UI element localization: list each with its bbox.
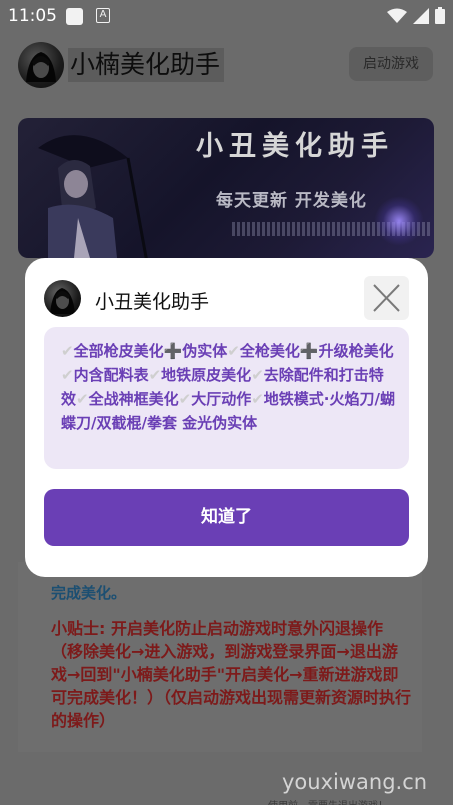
tip-text: 小贴士: 开启美化防止启动游戏时意外闪退操作（移除美化→进入游戏，到游戏登录界面… xyxy=(51,619,412,730)
check-icon: ✔ xyxy=(178,390,192,408)
check-icon: ✔ xyxy=(61,342,74,360)
completed-text: 完成美化。 xyxy=(51,584,127,602)
check-icon: ✔ xyxy=(227,342,240,360)
feature-item: 全枪美化 xyxy=(239,342,300,360)
app-title: 小楠美化助手 xyxy=(68,48,225,82)
status-bar: 11:05 A xyxy=(0,0,453,34)
avatar xyxy=(18,42,64,88)
check-icon: ✔ xyxy=(76,390,89,408)
check-icon: ✔ xyxy=(251,366,264,384)
close-icon xyxy=(373,284,400,312)
feature-item: 全部枪皮美化 xyxy=(73,342,164,360)
battery-icon xyxy=(435,7,445,24)
banner-title: 小丑美化助手 xyxy=(196,131,394,162)
feature-item: 内含配料表 xyxy=(73,366,149,384)
banner-glow xyxy=(374,196,424,246)
wifi-icon xyxy=(387,8,407,23)
status-icons xyxy=(387,7,445,24)
notice-dialog: 小丑美化助手 ✔全部枪皮美化➕伪实体✔全枪美化➕升级枪美化✔内含配料表✔地铁原皮… xyxy=(25,258,428,577)
bottom-hint: 使用前，需要先退出游戏！ xyxy=(268,797,388,805)
app-notification-icon: A xyxy=(96,8,110,23)
feature-item: 伪实体 xyxy=(182,342,228,360)
feature-item: 地铁原皮美化 xyxy=(161,366,252,384)
watermark: youxiwang.cn xyxy=(282,770,428,794)
check-icon: ✔ xyxy=(148,366,162,384)
feature-item: 全战神框美化 xyxy=(88,390,179,408)
start-game-button[interactable]: 启动游戏 xyxy=(349,47,433,81)
dialog-title: 小丑美化助手 xyxy=(95,291,210,313)
plus-icon: ➕ xyxy=(299,342,319,360)
feature-item: 大厅动作 xyxy=(191,390,252,408)
feature-item: 升级枪美化 xyxy=(318,342,394,360)
banner-subtitle: 每天更新 开发美化 xyxy=(216,191,367,211)
signal-icon xyxy=(413,7,429,24)
close-button[interactable] xyxy=(364,276,409,320)
plus-icon: ➕ xyxy=(163,342,183,360)
app-header: 小楠美化助手 启动游戏 xyxy=(0,34,453,102)
banner-image: 小丑美化助手 每天更新 开发美化 xyxy=(18,118,434,258)
banner-illustration xyxy=(38,135,148,258)
feature-list: ✔全部枪皮美化➕伪实体✔全枪美化➕升级枪美化✔内含配料表✔地铁原皮美化✔去除配件… xyxy=(44,327,409,469)
status-time: 11:05 xyxy=(8,6,57,26)
ok-button[interactable]: 知道了 xyxy=(44,489,409,546)
check-icon: ✔ xyxy=(61,366,74,384)
notification-icon xyxy=(66,8,83,25)
check-icon: ✔ xyxy=(251,390,264,408)
dialog-avatar xyxy=(44,280,81,317)
